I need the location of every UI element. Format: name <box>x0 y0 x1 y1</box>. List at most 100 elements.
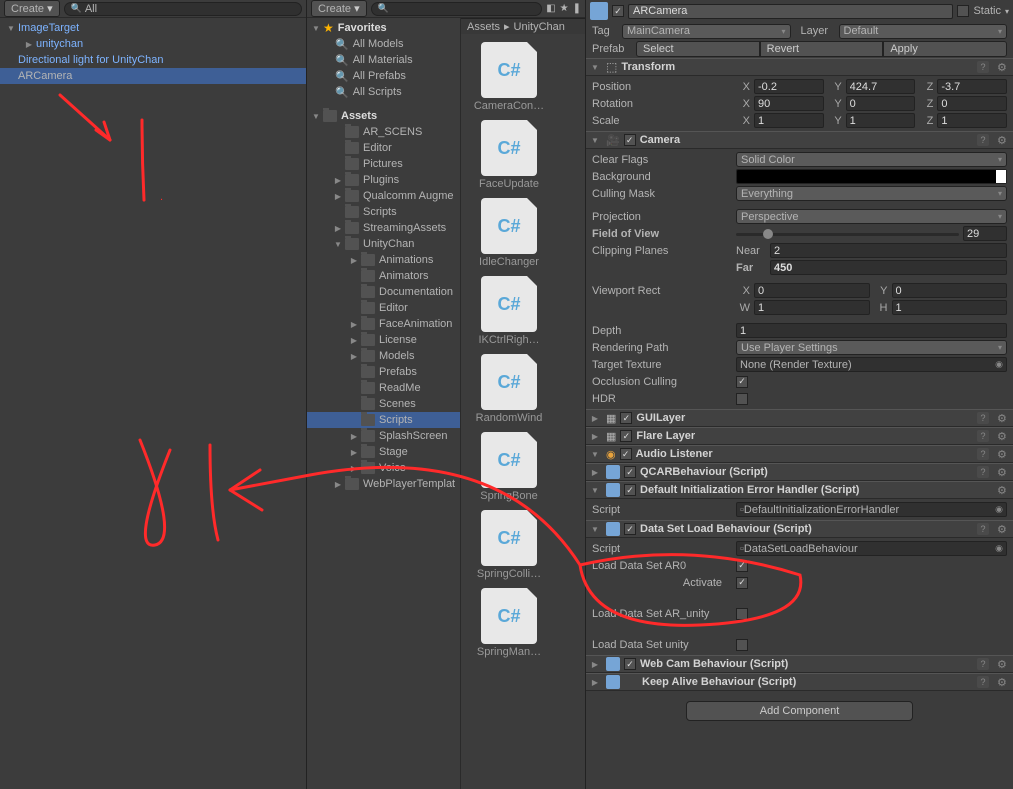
foldout-icon[interactable]: ▶ <box>349 319 359 329</box>
script-field[interactable]: ▫DataSetLoadBehaviour <box>736 541 1007 556</box>
help-icon[interactable]: ? <box>977 676 989 688</box>
folder-item[interactable]: Scenes <box>307 396 460 412</box>
gear-icon[interactable]: ⚙ <box>997 658 1009 670</box>
far-clip-input[interactable] <box>770 260 1007 275</box>
folder-item[interactable]: Editor <box>307 140 460 156</box>
favorite-item[interactable]: 🔍All Scripts <box>307 84 460 100</box>
fov-slider[interactable] <box>736 227 959 241</box>
project-create-button[interactable]: Create ▾ <box>311 0 367 17</box>
hdr-checkbox[interactable] <box>736 393 748 405</box>
folder-item[interactable]: ▶Animations <box>307 252 460 268</box>
gameobject-icon[interactable] <box>590 2 608 20</box>
folder-item[interactable]: Scripts <box>307 412 460 428</box>
hierarchy-create-button[interactable]: Create ▾ <box>4 0 60 17</box>
gear-icon[interactable]: ⚙ <box>997 484 1009 496</box>
foldout-icon[interactable]: ▶ <box>24 39 34 49</box>
prefab-revert-button[interactable]: Revert <box>760 41 884 57</box>
viewport-x-input[interactable] <box>754 283 870 298</box>
transform-component-header[interactable]: ▼⬚ Transform ? ⚙ <box>586 58 1013 76</box>
active-checkbox[interactable]: ✓ <box>612 5 624 17</box>
help-icon[interactable]: ? <box>977 61 989 73</box>
filter-icon[interactable]: ◧ <box>546 3 555 14</box>
folder-item[interactable]: ▶StreamingAssets <box>307 220 460 236</box>
add-component-button[interactable]: Add Component <box>686 701 913 721</box>
foldout-icon[interactable]: ▶ <box>349 463 359 473</box>
help-icon[interactable]: ? <box>977 430 989 442</box>
layer-dropdown[interactable]: Default <box>839 24 1008 39</box>
foldout-icon[interactable]: ▶ <box>349 447 359 457</box>
hierarchy-item-light[interactable]: Directional light for UnityChan <box>0 52 306 68</box>
near-clip-input[interactable] <box>770 243 1007 258</box>
folder-item[interactable]: Prefabs <box>307 364 460 380</box>
gear-icon[interactable]: ⚙ <box>997 523 1009 535</box>
folder-item[interactable]: Documentation <box>307 284 460 300</box>
depth-input[interactable] <box>736 323 1007 338</box>
script-field[interactable]: ▫DefaultInitializationErrorHandler <box>736 502 1007 517</box>
prefab-apply-button[interactable]: Apply <box>883 41 1007 57</box>
position-z-input[interactable] <box>937 79 1007 94</box>
foldout-icon[interactable]: ▼ <box>333 239 343 249</box>
filter-icon[interactable]: ★ <box>560 3 569 14</box>
keepalive-component-header[interactable]: ▶Keep Alive Behaviour (Script)?⚙ <box>586 673 1013 691</box>
foldout-icon[interactable]: ▶ <box>349 335 359 345</box>
viewport-y-input[interactable] <box>892 283 1008 298</box>
folder-item[interactable]: ▶License <box>307 332 460 348</box>
webcam-component-header[interactable]: ▶✓Web Cam Behaviour (Script)?⚙ <box>586 655 1013 673</box>
scale-x-input[interactable] <box>754 113 824 128</box>
hierarchy-item-imagetarget[interactable]: ▼ImageTarget <box>0 20 306 36</box>
folder-item[interactable]: ▶Qualcomm Augme <box>307 188 460 204</box>
viewport-h-input[interactable] <box>892 300 1008 315</box>
help-icon[interactable]: ? <box>977 658 989 670</box>
gear-icon[interactable]: ⚙ <box>997 61 1009 73</box>
foldout-icon[interactable]: ▶ <box>349 255 359 265</box>
viewport-w-input[interactable] <box>754 300 870 315</box>
folder-item[interactable]: AR_SCENS <box>307 124 460 140</box>
folder-item[interactable]: ▶Voice <box>307 460 460 476</box>
gameobject-name-input[interactable] <box>628 4 953 19</box>
folder-item[interactable]: ▼UnityChan <box>307 236 460 252</box>
project-breadcrumb[interactable]: Assets▸UnityChan <box>461 18 585 34</box>
qcar-component-header[interactable]: ▶✓QCARBehaviour (Script)?⚙ <box>586 463 1013 481</box>
help-icon[interactable]: ? <box>977 523 989 535</box>
rendering-path-dropdown[interactable]: Use Player Settings <box>736 340 1007 355</box>
folder-item[interactable]: ▶WebPlayerTemplat <box>307 476 460 492</box>
scale-y-input[interactable] <box>846 113 916 128</box>
foldout-icon[interactable]: ▶ <box>333 223 343 233</box>
hierarchy-search-input[interactable]: All <box>64 2 302 16</box>
asset-item[interactable]: SpringMan… <box>469 588 549 658</box>
hierarchy-item-arcamera[interactable]: ARCamera <box>0 68 306 84</box>
foldout-icon[interactable]: ▼ <box>6 23 16 33</box>
activate-checkbox[interactable]: ✓ <box>736 577 748 589</box>
fov-input[interactable] <box>963 226 1007 241</box>
culling-mask-dropdown[interactable]: Everything <box>736 186 1007 201</box>
foldout-icon[interactable]: ▶ <box>349 431 359 441</box>
gear-icon[interactable]: ⚙ <box>997 676 1009 688</box>
asset-item[interactable]: RandomWind <box>469 354 549 424</box>
rotation-y-input[interactable] <box>846 96 916 111</box>
audio-component-header[interactable]: ▼◉✓Audio Listener?⚙ <box>586 445 1013 463</box>
folder-item[interactable]: ▶Models <box>307 348 460 364</box>
load-unity-checkbox[interactable] <box>736 639 748 651</box>
asset-item[interactable]: CameraCon… <box>469 42 549 112</box>
target-texture-field[interactable]: None (Render Texture) <box>736 357 1007 372</box>
static-checkbox[interactable] <box>957 5 969 17</box>
asset-item[interactable]: SpringColli… <box>469 510 549 580</box>
favorite-item[interactable]: 🔍All Prefabs <box>307 68 460 84</box>
asset-item[interactable]: IdleChanger <box>469 198 549 268</box>
folder-item[interactable]: ▶Stage <box>307 444 460 460</box>
project-search-input[interactable] <box>371 2 543 16</box>
asset-item[interactable]: SpringBone <box>469 432 549 502</box>
filter-icon[interactable]: ❚ <box>573 3 581 14</box>
dieh-component-header[interactable]: ▼✓Default Initialization Error Handler (… <box>586 481 1013 499</box>
gear-icon[interactable]: ⚙ <box>997 448 1009 460</box>
position-x-input[interactable] <box>754 79 824 94</box>
projection-dropdown[interactable]: Perspective <box>736 209 1007 224</box>
gear-icon[interactable]: ⚙ <box>997 466 1009 478</box>
position-y-input[interactable] <box>846 79 916 94</box>
gear-icon[interactable]: ⚙ <box>997 430 1009 442</box>
guilayer-component-header[interactable]: ▶▦✓GUILayer?⚙ <box>586 409 1013 427</box>
camera-component-header[interactable]: ▼🎥 ✓ Camera ? ⚙ <box>586 131 1013 149</box>
help-icon[interactable]: ? <box>977 134 989 146</box>
folder-item[interactable]: Editor <box>307 300 460 316</box>
favorite-item[interactable]: 🔍All Models <box>307 36 460 52</box>
